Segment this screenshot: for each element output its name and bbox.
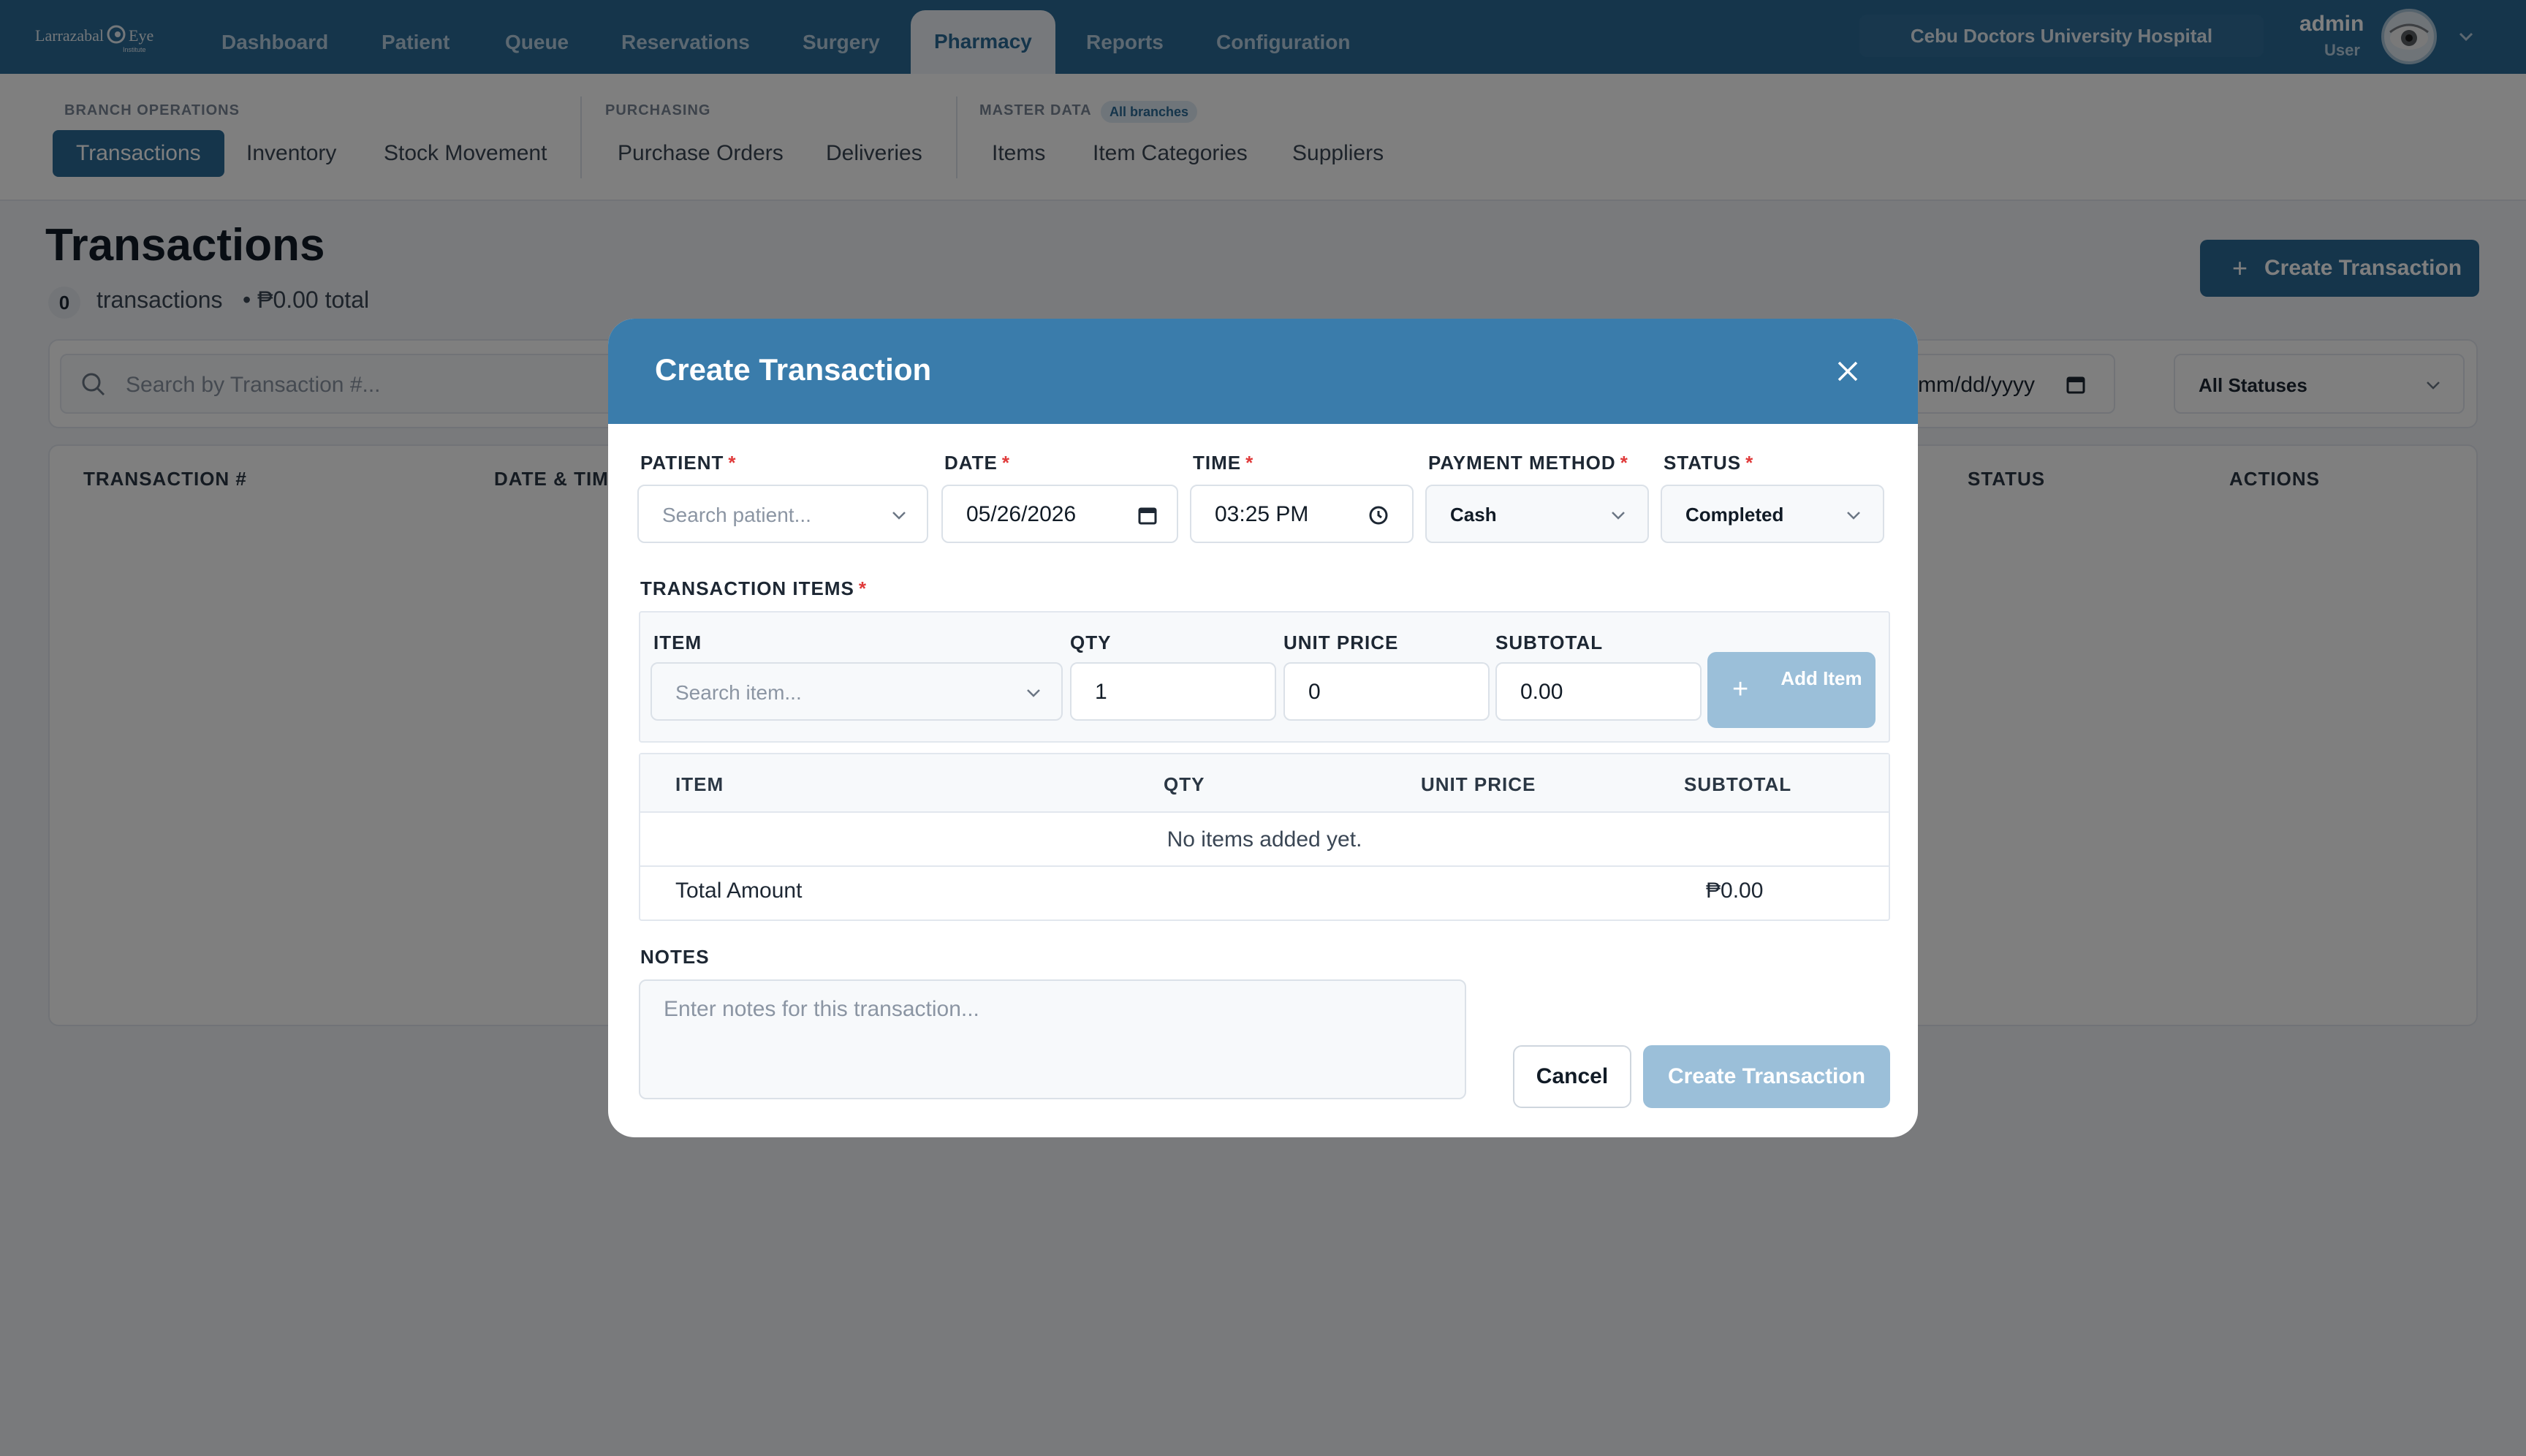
- item-select[interactable]: Search item...: [651, 662, 1063, 721]
- subtotal-value: 0.00: [1520, 680, 1563, 704]
- date-input[interactable]: 05/26/2026: [941, 485, 1178, 543]
- items-table-header: ITEM QTY UNIT PRICE SUBTOTAL: [640, 754, 1889, 813]
- patient-placeholder: Search patient...: [662, 504, 811, 526]
- calendar-icon[interactable]: [1136, 504, 1159, 527]
- chevron-down-icon: [892, 512, 906, 520]
- total-amount-value: ₱0.00: [1706, 879, 1764, 903]
- chevron-down-icon: [1027, 689, 1040, 697]
- chevron-down-icon: [1847, 512, 1860, 520]
- payment-method-label: PAYMENT METHOD *: [1428, 452, 1628, 474]
- date-value: 05/26/2026: [966, 502, 1077, 526]
- notes-placeholder: Enter notes for this transaction...: [664, 997, 979, 1021]
- items-column-subtotal: SUBTOTAL: [1684, 773, 1792, 795]
- patient-label: PATIENT *: [640, 452, 737, 474]
- items-empty-message: No items added yet.: [640, 813, 1889, 867]
- status-value: Completed: [1685, 504, 1784, 526]
- plus-icon: +: [1732, 674, 1749, 705]
- total-amount-label: Total Amount: [675, 879, 803, 903]
- item-placeholder: Search item...: [675, 681, 802, 704]
- time-label: TIME *: [1193, 452, 1254, 474]
- unit-price-label: UNIT PRICE: [1283, 632, 1399, 653]
- items-column-qty: QTY: [1164, 773, 1205, 795]
- subtotal-label: SUBTOTAL: [1495, 632, 1604, 653]
- items-column-unit-price: UNIT PRICE: [1421, 773, 1536, 795]
- qty-input[interactable]: 1: [1070, 662, 1276, 721]
- items-column-item: ITEM: [675, 773, 724, 795]
- time-value: 03:25 PM: [1215, 502, 1309, 526]
- close-icon[interactable]: [1835, 358, 1861, 384]
- modal-title: Create Transaction: [655, 352, 932, 387]
- notes-label: NOTES: [640, 946, 710, 968]
- date-label: DATE *: [944, 452, 1010, 474]
- patient-select[interactable]: Search patient...: [637, 485, 928, 543]
- cancel-button[interactable]: Cancel: [1513, 1045, 1631, 1108]
- create-transaction-submit-button[interactable]: Create Transaction: [1643, 1045, 1890, 1108]
- unit-price-value: 0: [1308, 680, 1321, 704]
- chevron-down-icon: [1612, 512, 1625, 520]
- items-table: ITEM QTY UNIT PRICE SUBTOTAL No items ad…: [639, 753, 1890, 921]
- unit-price-input[interactable]: 0: [1283, 662, 1490, 721]
- create-transaction-modal: Create Transaction PATIENT * Search patie…: [608, 319, 1918, 1137]
- add-item-label: Add Item: [1780, 667, 1862, 689]
- item-label: ITEM: [653, 632, 702, 653]
- add-item-button[interactable]: + Add Item: [1707, 652, 1875, 728]
- clock-icon[interactable]: [1367, 504, 1390, 527]
- transaction-items-label: TRANSACTION ITEMS *: [640, 577, 868, 599]
- payment-method-value: Cash: [1450, 504, 1497, 526]
- qty-label: QTY: [1070, 632, 1112, 653]
- modal-header: Create Transaction: [608, 319, 1918, 424]
- status-label: STATUS *: [1664, 452, 1754, 474]
- subtotal-field: 0.00: [1495, 662, 1702, 721]
- time-input[interactable]: 03:25 PM: [1190, 485, 1414, 543]
- qty-value: 1: [1095, 680, 1107, 704]
- status-select[interactable]: Completed: [1661, 485, 1884, 543]
- payment-method-select[interactable]: Cash: [1425, 485, 1649, 543]
- notes-textarea[interactable]: Enter notes for this transaction...: [639, 979, 1466, 1099]
